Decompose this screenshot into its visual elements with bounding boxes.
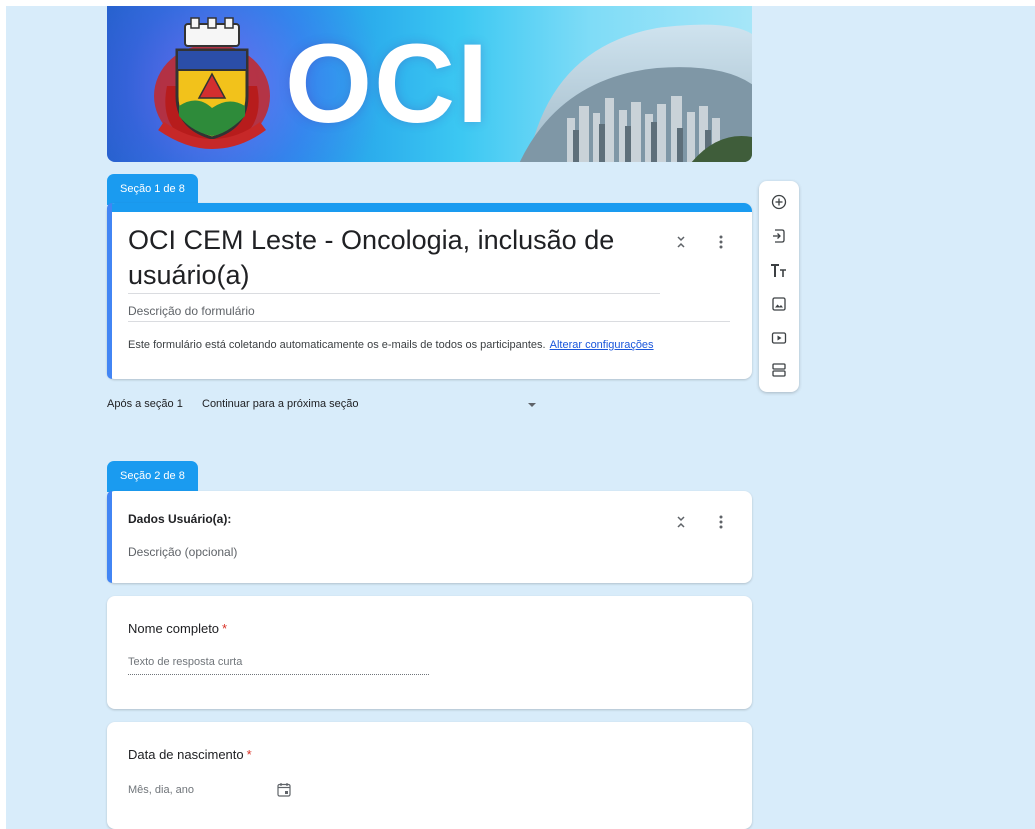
card-top-accent [107, 203, 752, 212]
section-2-tab: Seção 2 de 8 [107, 461, 198, 492]
header-banner: OCI [107, 6, 752, 162]
dropdown-caret-icon[interactable] [528, 403, 536, 407]
answer-underline [128, 674, 429, 675]
title-underline [128, 293, 660, 294]
calendar-icon [274, 779, 294, 799]
floating-toolbar [759, 181, 799, 392]
add-question-icon [771, 194, 787, 210]
section-2-description-input[interactable]: Descrição (opcional) [128, 545, 237, 559]
more-vert-icon [719, 515, 723, 529]
section-more-options-button[interactable] [711, 232, 731, 252]
card-left-accent [107, 491, 112, 583]
question-title[interactable]: Data de nascimento * [128, 747, 252, 762]
section-2-title[interactable]: Dados Usuário(a): [128, 512, 231, 526]
question-title-text: Data de nascimento [128, 747, 244, 762]
question-card-birthdate[interactable]: Data de nascimento * Mês, dia, ano [107, 722, 752, 829]
email-collection-notice: Este formulário está coletando automatic… [128, 339, 654, 351]
required-marker: * [246, 747, 252, 762]
add-video-icon [771, 332, 787, 344]
question-title[interactable]: Nome completo * [128, 621, 227, 636]
email-notice-text: Este formulário está coletando automatic… [128, 339, 546, 351]
card-left-accent [107, 203, 112, 379]
more-vert-icon [719, 235, 723, 249]
add-question-button[interactable] [769, 192, 789, 212]
section-1-tab: Seção 1 de 8 [107, 174, 198, 205]
section-more-options-button[interactable] [711, 512, 731, 532]
import-questions-button[interactable] [769, 226, 789, 246]
add-video-button[interactable] [769, 328, 789, 348]
required-marker: * [222, 621, 228, 636]
add-title-button[interactable] [769, 261, 789, 281]
city-skyline-image [519, 24, 752, 162]
add-image-icon [772, 297, 786, 311]
import-questions-icon [773, 229, 785, 243]
short-answer-placeholder: Texto de resposta curta [128, 656, 243, 668]
after-section-label: Após a seção 1 [107, 398, 183, 410]
form-header-card[interactable]: OCI CEM Leste - Oncologia, inclusão de u… [107, 203, 752, 379]
city-coat-of-arms-logo [154, 17, 270, 150]
change-settings-link[interactable]: Alterar configurações [550, 339, 654, 351]
form-description-input[interactable]: Descrição do formulário [128, 304, 255, 318]
add-image-button[interactable] [769, 294, 789, 314]
collapse-section-button[interactable] [671, 232, 691, 252]
question-title-text: Nome completo [128, 621, 220, 636]
form-title[interactable]: OCI CEM Leste - Oncologia, inclusão de u… [128, 223, 643, 293]
collapse-section-button[interactable] [671, 512, 691, 532]
add-title-icon [771, 264, 786, 277]
collapse-icon [677, 516, 685, 528]
collapse-icon [677, 236, 685, 248]
description-underline [128, 321, 730, 322]
banner-title: OCI [285, 21, 491, 146]
after-section-dropdown[interactable]: Continuar para a próxima seção [202, 398, 359, 410]
add-section-button[interactable] [769, 360, 789, 380]
date-answer-placeholder: Mês, dia, ano [128, 784, 195, 796]
question-card-name[interactable]: Nome completo * Texto de resposta curta [107, 596, 752, 709]
section-2-header-card[interactable]: Dados Usuário(a): Descrição (opcional) [107, 491, 752, 583]
add-section-icon [772, 363, 786, 377]
